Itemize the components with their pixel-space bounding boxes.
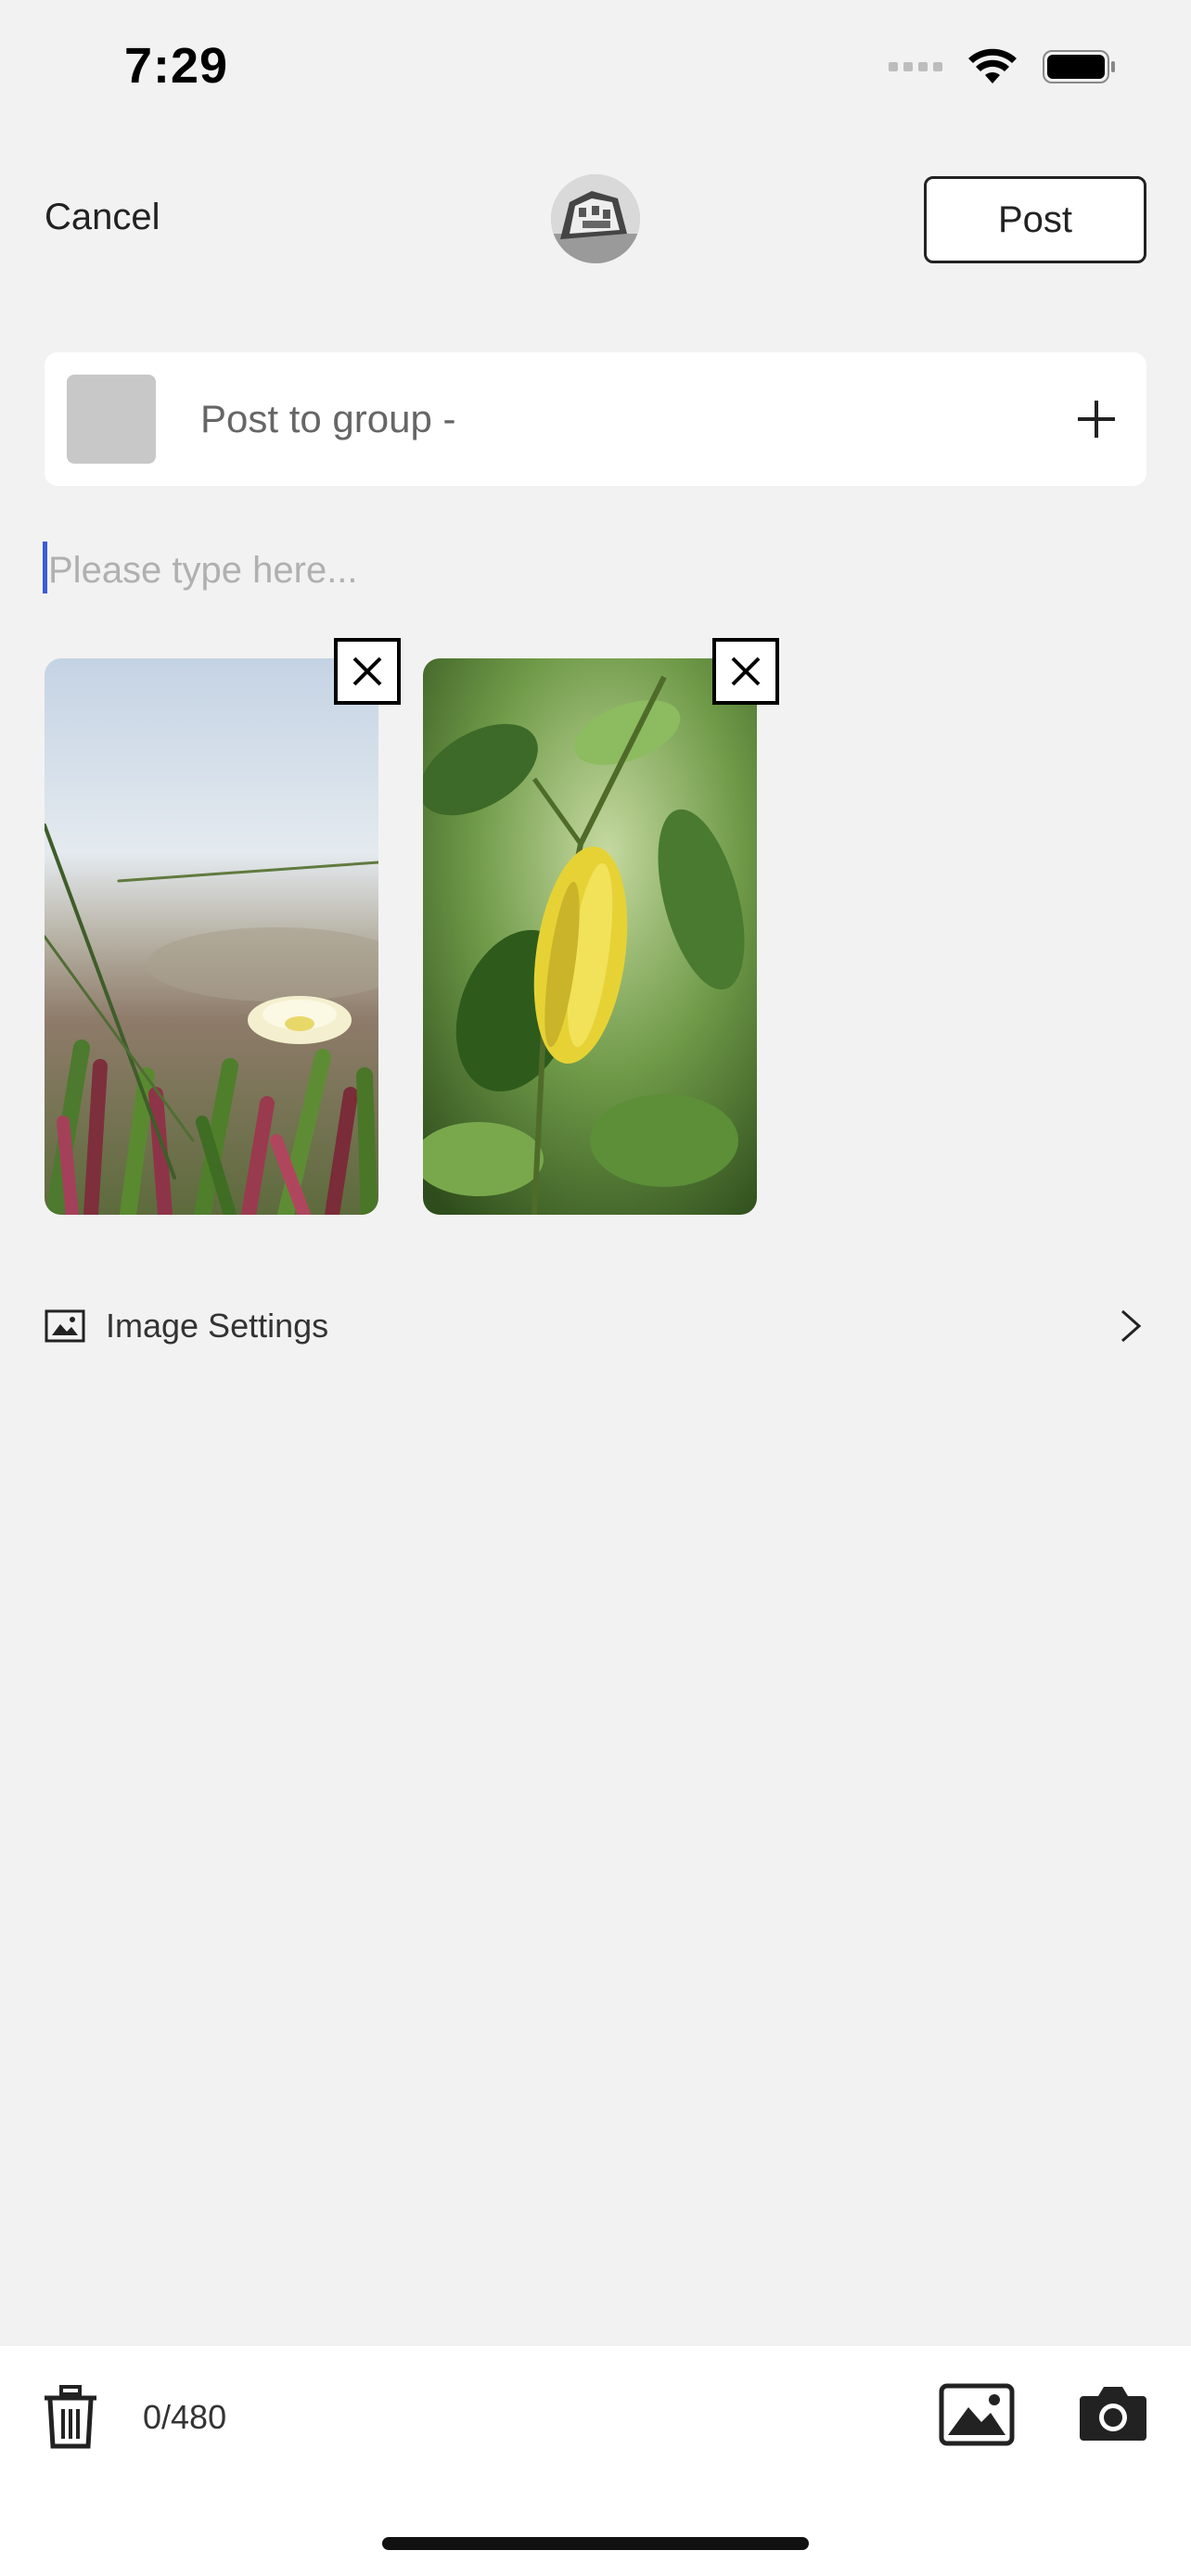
image-settings-label: Image Settings xyxy=(106,1307,329,1345)
post-button[interactable]: Post xyxy=(924,176,1146,263)
post-to-group-card[interactable]: Post to group - xyxy=(45,352,1146,486)
cancel-button[interactable]: Cancel xyxy=(45,197,160,238)
photo-thumbnail-1[interactable] xyxy=(45,658,378,1215)
image-settings-row[interactable]: Image Settings xyxy=(45,1289,1146,1363)
home-indicator[interactable] xyxy=(382,2537,809,2550)
close-icon xyxy=(352,657,382,686)
status-icons xyxy=(889,48,1117,85)
wifi-icon xyxy=(968,48,1017,83)
photo-thumbnail-2[interactable] xyxy=(423,658,757,1215)
group-thumbnail xyxy=(67,375,156,464)
battery-icon xyxy=(1043,50,1115,83)
remove-photo-1-button[interactable] xyxy=(334,638,401,705)
close-icon xyxy=(731,657,761,686)
text-caret xyxy=(43,542,47,593)
chevron-right-icon xyxy=(1121,1309,1142,1343)
trash-icon[interactable] xyxy=(43,2385,98,2450)
user-avatar[interactable] xyxy=(551,174,640,263)
compose-post-screen: 7:29 Cancel Post Post to group - Please … xyxy=(0,0,1191,2576)
status-time: 7:29 xyxy=(124,38,229,94)
post-to-group-label: Post to group - xyxy=(200,397,456,440)
post-text-input[interactable] xyxy=(45,538,1146,603)
remove-photo-2-button[interactable] xyxy=(712,638,779,705)
plus-icon[interactable] xyxy=(1069,391,1124,447)
camera-icon[interactable] xyxy=(1078,2383,1148,2442)
character-counter: 0/480 xyxy=(143,2398,227,2436)
image-icon xyxy=(45,1309,85,1343)
gallery-icon[interactable] xyxy=(939,2383,1015,2446)
cellular-signal-icon xyxy=(889,62,942,71)
